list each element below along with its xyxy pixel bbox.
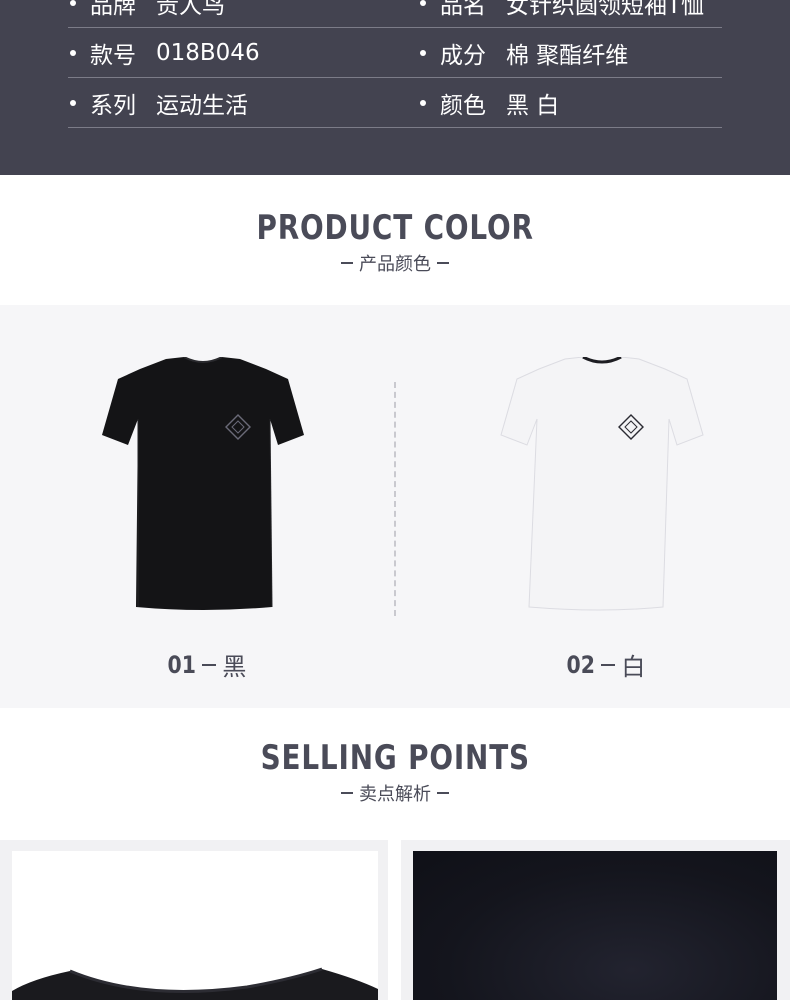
dash-decoration	[341, 792, 353, 794]
selling-points-subtitle: 卖点解析	[0, 780, 790, 806]
spec-key: 颜色	[440, 93, 486, 119]
spec-cell-style-number: 款号 018B046	[68, 28, 260, 78]
color-option-label: 02 白	[564, 647, 646, 682]
tshirt-icon	[500, 357, 704, 611]
color-name: 白	[621, 653, 646, 681]
spec-value: 黑 白	[506, 93, 560, 119]
selling-points-title-en: SELLING POINTS	[260, 738, 530, 778]
spec-value: 女针织圆领短袖T恤	[506, 0, 705, 19]
spec-key: 系列	[90, 93, 136, 119]
spec-key: 品名	[440, 0, 486, 19]
spec-row: 款号 018B046 成分 棉 聚酯纤维	[68, 28, 722, 78]
dash-decoration	[341, 262, 353, 264]
product-color-title-zh: 产品颜色	[359, 254, 431, 275]
spec-cell-product-name: 品名 女针织圆领短袖T恤	[418, 0, 704, 28]
dash-decoration	[437, 792, 449, 794]
spec-key: 品牌	[90, 0, 136, 19]
color-number: 02	[566, 650, 595, 679]
neckline-detail-photo[interactable]	[0, 840, 388, 1000]
spec-cell-series: 系列 运动生活	[68, 78, 248, 128]
bullet-icon	[420, 0, 426, 6]
spec-cell-material: 成分 棉 聚酯纤维	[418, 28, 628, 78]
color-option-label: 01 黑	[165, 647, 247, 682]
color-name: 黑	[222, 653, 247, 681]
spec-key: 款号	[90, 43, 136, 69]
spec-table: 品牌 贵人鸟 品名 女针织圆领短袖T恤 款号 018B046 成分 棉 聚酯纤维…	[0, 0, 790, 175]
fabric-detail-photo[interactable]	[401, 840, 790, 1000]
product-color-heading: PRODUCT COLOR 产品颜色	[0, 208, 790, 276]
fabric-texture-image	[413, 851, 777, 1000]
dash-decoration	[601, 663, 616, 666]
product-color-subtitle: 产品颜色	[0, 250, 790, 276]
spec-row: 品牌 贵人鸟 品名 女针织圆领短袖T恤	[68, 0, 722, 28]
bullet-icon	[70, 100, 76, 106]
spec-cell-brand: 品牌 贵人鸟	[68, 0, 225, 28]
bullet-icon	[70, 50, 76, 56]
photo-area	[12, 851, 378, 1000]
bullet-icon	[420, 100, 426, 106]
spec-value: 棉 聚酯纤维	[506, 43, 629, 69]
dash-decoration	[202, 663, 217, 666]
white-tshirt-image[interactable]	[497, 357, 707, 615]
product-color-title-en: PRODUCT COLOR	[256, 208, 534, 248]
selling-points-title-zh: 卖点解析	[359, 784, 431, 805]
black-tshirt-image[interactable]	[98, 357, 308, 615]
spec-cell-color: 颜色 黑 白	[418, 78, 559, 128]
spec-key: 成分	[440, 43, 486, 69]
bullet-icon	[70, 0, 76, 6]
spec-value: 018B046	[156, 40, 260, 66]
dash-decoration	[437, 262, 449, 264]
spec-row: 系列 运动生活 颜色 黑 白	[68, 78, 722, 128]
product-color-panel: 01 黑 02 白	[0, 305, 790, 708]
color-number: 01	[167, 650, 196, 679]
collar-closeup-image	[12, 967, 378, 1000]
spec-value: 贵人鸟	[156, 0, 225, 19]
bullet-icon	[420, 50, 426, 56]
selling-points-heading: SELLING POINTS 卖点解析	[0, 738, 790, 806]
tshirt-icon	[102, 357, 304, 610]
dashed-divider	[394, 382, 396, 616]
spec-value: 运动生活	[156, 93, 248, 119]
